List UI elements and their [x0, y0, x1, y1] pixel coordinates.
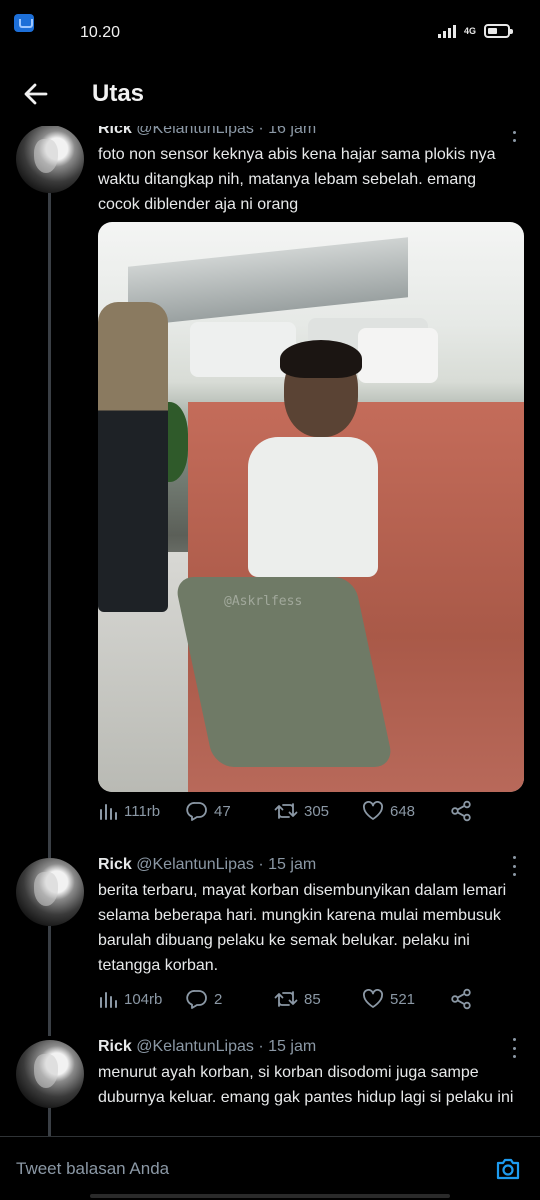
share-button[interactable]	[450, 988, 472, 1010]
avatar[interactable]	[16, 126, 84, 193]
views-count: 104rb	[124, 990, 163, 1008]
reply-input[interactable]: Tweet balasan Anda	[16, 1159, 169, 1179]
tweet[interactable]: Rick @KelantunLipas · 15 jam menurut aya…	[0, 1036, 540, 1136]
more-options-button[interactable]	[510, 856, 518, 876]
retweet-icon	[274, 991, 298, 1007]
page-title: Utas	[92, 80, 145, 107]
reply-button[interactable]: 47	[186, 801, 231, 821]
views-count: 111rb	[124, 802, 161, 820]
top-app-bar: Utas	[0, 62, 540, 126]
avatar[interactable]	[16, 1040, 84, 1108]
reply-count: 47	[214, 802, 231, 820]
like-count: 648	[390, 802, 416, 820]
share-icon	[451, 800, 471, 822]
tweet-time[interactable]: 15 jam	[268, 856, 316, 873]
tweet-header: Rick @KelantunLipas · 15 jam	[98, 856, 316, 874]
status-time: 10.20	[80, 24, 121, 41]
tweet-text: menurut ayah korban, si korban disodomi …	[98, 1064, 514, 1106]
views-button[interactable]: 104rb	[98, 990, 162, 1008]
reply-icon	[186, 802, 207, 821]
analytics-icon	[100, 804, 117, 820]
tweet[interactable]: Rick @KelantunLipas · 16 jam foto non se…	[0, 126, 540, 850]
author-handle[interactable]: @KelantunLipas	[136, 126, 254, 137]
network-type: 4G	[463, 26, 476, 36]
reply-count: 2	[214, 990, 223, 1008]
retweet-count: 85	[304, 990, 321, 1008]
retweet-button[interactable]: 305	[274, 802, 329, 820]
photo-canopy	[128, 237, 408, 327]
author-name[interactable]: Rick	[98, 1038, 132, 1055]
back-button[interactable]	[18, 76, 54, 112]
tweet-time[interactable]: 16 jam	[268, 126, 316, 137]
heart-icon	[363, 989, 383, 1008]
battery-icon	[484, 24, 513, 38]
author-handle[interactable]: @KelantunLipas	[136, 856, 254, 873]
share-button[interactable]	[450, 800, 472, 822]
like-button[interactable]: 521	[362, 989, 415, 1009]
home-indicator	[90, 1194, 450, 1198]
retweet-count: 305	[304, 802, 330, 820]
tweet-photo[interactable]: @Askrlfess	[98, 222, 524, 792]
status-indicators: 4G	[437, 24, 513, 38]
twitter-notification-icon	[14, 14, 34, 32]
analytics-icon	[100, 992, 117, 1008]
author-name[interactable]: Rick	[98, 856, 132, 873]
retweet-button[interactable]: 85	[274, 990, 321, 1008]
tweet[interactable]: Rick @KelantunLipas · 15 jam berita terb…	[0, 854, 540, 1034]
heart-icon	[363, 801, 383, 820]
photo-person-shirt	[248, 437, 378, 577]
author-handle[interactable]: @KelantunLipas	[136, 1038, 254, 1055]
photo-officer	[98, 302, 168, 612]
like-button[interactable]: 648	[362, 801, 415, 821]
signal-icon	[437, 24, 456, 38]
thread[interactable]: Rick @KelantunLipas · 16 jam foto non se…	[0, 126, 540, 1136]
share-icon	[451, 988, 471, 1010]
more-options-button[interactable]	[510, 126, 518, 142]
arrow-left-icon	[24, 83, 48, 105]
camera-button[interactable]	[494, 1155, 522, 1183]
reply-icon	[186, 990, 207, 1009]
author-name[interactable]: Rick	[98, 126, 132, 137]
status-bar: 10.20 4G	[0, 0, 540, 62]
photo-person-hair	[280, 340, 362, 378]
tweet-text: berita terbaru, mayat korban disembunyik…	[98, 882, 507, 974]
reply-button[interactable]: 2	[186, 989, 222, 1009]
tweet-header: Rick @KelantunLipas · 16 jam	[98, 126, 316, 138]
like-count: 521	[390, 990, 416, 1008]
tweet-actions: 111rb 47 305 648	[98, 798, 518, 824]
views-button[interactable]: 111rb	[98, 802, 160, 820]
photo-car	[358, 328, 438, 383]
retweet-icon	[274, 803, 298, 819]
tweet-text: foto non sensor keknya abis kena hajar s…	[98, 146, 496, 213]
separator: ·	[258, 1038, 264, 1055]
avatar[interactable]	[16, 858, 84, 926]
camera-icon	[496, 1158, 520, 1180]
separator: ·	[258, 856, 264, 873]
photo-watermark: @Askrlfess	[224, 594, 303, 609]
more-options-button[interactable]	[510, 1038, 518, 1058]
separator: ·	[258, 126, 264, 137]
tweet-time[interactable]: 15 jam	[268, 1038, 316, 1055]
tweet-header: Rick @KelantunLipas · 15 jam	[98, 1038, 316, 1056]
tweet-actions: 104rb 2 85 521	[98, 986, 518, 1012]
reply-composer: Tweet balasan Anda	[0, 1136, 540, 1200]
